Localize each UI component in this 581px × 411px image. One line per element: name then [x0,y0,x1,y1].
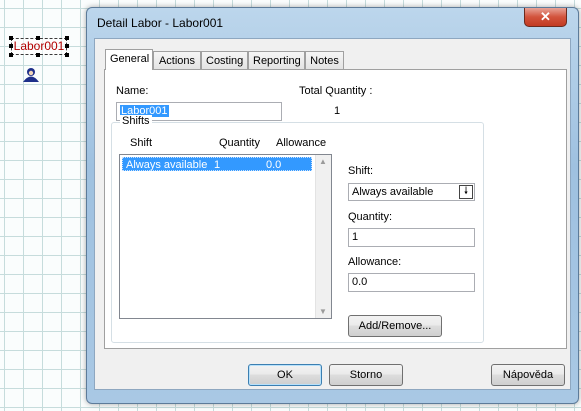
ok-button[interactable]: OK [248,364,322,386]
selection-handle[interactable] [36,53,40,57]
shift-label: Shift: [348,165,374,177]
selection-handle[interactable] [9,53,13,57]
shift-select[interactable]: Always available 🠗 [348,183,475,201]
close-button[interactable]: ✕ [524,8,567,27]
list-item-shift: Always available [126,159,208,171]
add-remove-button[interactable]: Add/Remove... [348,315,442,337]
allowance-field-value: 0.0 [352,276,368,288]
selection-handle[interactable] [65,53,69,57]
scroll-up-icon[interactable]: ▲ [319,157,327,166]
list-item-allowance: 0.0 [266,159,282,171]
allowance-label: Allowance: [348,256,402,268]
quantity-field-value: 1 [352,231,359,243]
general-tab-panel: Name: Labor001 Total Quantity : 1 Shifts… [104,69,567,349]
allowance-field[interactable]: 0.0 [348,273,475,292]
column-header-allowance[interactable]: Allowance [276,137,326,149]
dialog-title: Detail Labor - Labor001 [97,16,224,30]
labor-object-text: Labor001 [13,39,65,53]
selection-handle[interactable] [65,36,69,40]
scroll-down-icon[interactable]: ▼ [319,307,327,316]
dialog-client-area: General Actions Costing Reporting Notes … [94,38,571,390]
name-label: Name: [116,85,149,97]
detail-labor-dialog: Detail Labor - Labor001 ✕ General Action… [86,7,579,404]
shifts-list[interactable]: Always available 1 0.0 ▲ ▼ [119,154,332,319]
shifts-groupbox: Shifts Shift Quantity Allowance Always a… [111,115,484,343]
shifts-group-title: Shifts [120,115,152,127]
tab-costing[interactable]: Costing [201,51,248,69]
selection-handle[interactable] [36,36,40,40]
tab-actions[interactable]: Actions [153,51,201,69]
column-header-quantity[interactable]: Quantity [219,137,260,149]
worker-icon[interactable] [20,67,42,83]
quantity-label: Quantity: [348,211,393,223]
column-header-shift[interactable]: Shift [130,137,152,149]
dropdown-arrow-icon[interactable]: 🠗 [459,185,473,199]
quantity-field[interactable]: 1 [348,228,475,247]
help-button[interactable]: Nápověda [491,364,565,386]
total-quantity-value: 1 [334,105,341,117]
cancel-button[interactable]: Storno [329,364,403,386]
list-item-quantity: 1 [214,159,221,171]
labor-object-label[interactable]: Labor001 [9,36,69,57]
tab-general[interactable]: General [105,49,153,70]
selection-handle[interactable] [9,44,13,48]
list-item[interactable]: Always available 1 0.0 [122,157,312,171]
shift-select-value: Always available [352,186,434,198]
tab-notes[interactable]: Notes [305,51,344,69]
selection-handle[interactable] [9,36,13,40]
tab-reporting[interactable]: Reporting [248,51,305,69]
close-icon: ✕ [540,9,551,24]
selection-handle[interactable] [65,44,69,48]
list-scrollbar[interactable]: ▲ ▼ [315,155,331,318]
total-quantity-label: Total Quantity : [299,85,373,97]
